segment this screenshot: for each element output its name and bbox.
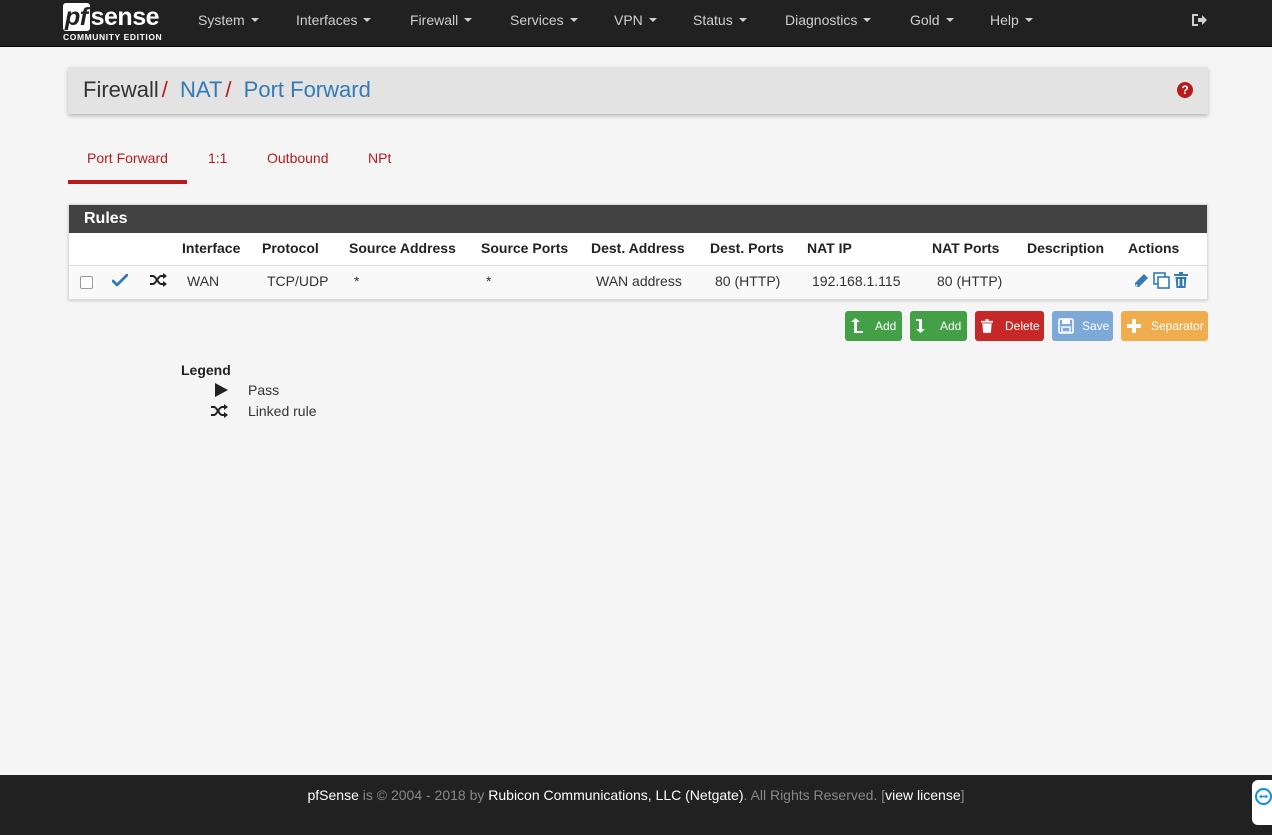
nav-diagnostics[interactable]: Diagnostics xyxy=(785,0,872,40)
level-down-icon xyxy=(916,319,925,333)
breadcrumb-separator: / xyxy=(225,77,232,102)
logo-wordmark: pf sense xyxy=(63,3,160,31)
rules-panel-title: Rules xyxy=(69,205,1207,233)
nav-services[interactable]: Services xyxy=(510,0,578,40)
add-top-button[interactable]: Add xyxy=(845,311,902,341)
level-up-icon xyxy=(851,318,863,333)
cell-dest-address: WAN address xyxy=(596,273,682,289)
pfsense-logo[interactable]: pf sense COMMUNITY EDITION xyxy=(63,3,173,43)
caret-down-icon xyxy=(464,18,473,23)
nav-interfaces[interactable]: Interfaces xyxy=(296,0,372,40)
caret-down-icon xyxy=(569,18,578,23)
caret-down-icon xyxy=(363,18,372,23)
active-tab-indicator xyxy=(68,180,187,184)
legend-label-linked-rule: Linked rule xyxy=(248,403,317,419)
play-icon xyxy=(215,383,228,397)
tab-one-to-one[interactable]: 1:1 xyxy=(208,150,227,170)
caret-down-icon xyxy=(1024,18,1033,23)
cell-source-ports: * xyxy=(486,273,492,289)
cell-interface: WAN xyxy=(187,273,220,289)
caret-down-icon xyxy=(738,18,747,23)
caret-down-icon xyxy=(250,18,259,23)
teamviewer-icon xyxy=(1255,788,1272,805)
breadcrumb-separator: / xyxy=(161,77,168,102)
cell-source-address: * xyxy=(354,273,360,289)
rules-panel: Rules Interface Protocol Source Address … xyxy=(68,204,1208,300)
row-select-checkbox[interactable] xyxy=(80,276,93,289)
caret-down-icon xyxy=(863,18,872,23)
legend-label-pass: Pass xyxy=(248,382,280,398)
sign-out-icon[interactable] xyxy=(1191,12,1207,28)
nav-vpn[interactable]: VPN xyxy=(614,0,657,40)
col-nat-ports: NAT Ports xyxy=(932,240,1000,256)
plus-icon xyxy=(1127,319,1141,333)
delete-button[interactable]: Delete xyxy=(975,311,1044,341)
caret-down-icon xyxy=(648,18,657,23)
col-source-address: Source Address xyxy=(349,240,456,256)
breadcrumb: Firewall / NAT / Port Forward xyxy=(83,77,371,103)
nav-gold[interactable]: Gold xyxy=(910,0,954,40)
col-nat-ip: NAT IP xyxy=(807,240,852,256)
col-actions: Actions xyxy=(1128,240,1180,256)
col-dest-address: Dest. Address xyxy=(591,240,685,256)
save-icon xyxy=(1058,318,1074,334)
footer-copyright: pfSense is © 2004 - 2018 by Rubicon Comm… xyxy=(307,787,965,803)
nav-status[interactable]: Status xyxy=(693,0,747,40)
random-icon xyxy=(150,273,167,287)
tab-npt[interactable]: NPt xyxy=(368,150,391,170)
save-button[interactable]: Save xyxy=(1052,311,1113,341)
col-dest-ports: Dest. Ports xyxy=(710,240,784,256)
breadcrumb-port-forward[interactable]: Port Forward xyxy=(244,77,371,102)
col-source-ports: Source Ports xyxy=(481,240,569,256)
nav-firewall[interactable]: Firewall xyxy=(410,0,473,40)
tab-port-forward[interactable]: Port Forward xyxy=(87,150,168,170)
remote-support-widget[interactable] xyxy=(1252,780,1272,825)
breadcrumb-nat[interactable]: NAT xyxy=(180,77,222,102)
footer-company-link[interactable]: Rubicon Communications, LLC (Netgate) xyxy=(488,787,743,803)
cell-dest-ports: 80 (HTTP) xyxy=(715,273,781,289)
random-icon xyxy=(211,404,228,418)
check-icon[interactable] xyxy=(112,274,128,288)
breadcrumb-firewall: Firewall xyxy=(83,77,159,102)
add-bottom-button[interactable]: Add xyxy=(910,311,967,341)
clone-icon[interactable] xyxy=(1153,272,1171,290)
trash-icon[interactable] xyxy=(1174,272,1188,288)
cell-nat-ip: 192.168.1.115 xyxy=(812,273,901,289)
cell-protocol: TCP/UDP xyxy=(267,273,329,289)
col-description: Description xyxy=(1027,240,1105,256)
cell-nat-ports: 80 (HTTP) xyxy=(937,273,1003,289)
nav-system[interactable]: System xyxy=(198,0,259,40)
tab-outbound[interactable]: Outbound xyxy=(267,150,329,170)
nav-help[interactable]: Help xyxy=(990,0,1033,40)
col-protocol: Protocol xyxy=(262,240,319,256)
pencil-icon[interactable] xyxy=(1133,273,1149,289)
legend-title: Legend xyxy=(181,362,231,378)
question-circle-icon[interactable]: ? xyxy=(1177,82,1193,98)
separator-button[interactable]: Separator xyxy=(1121,311,1208,341)
breadcrumb-panel: Firewall / NAT / Port Forward ? xyxy=(68,67,1208,114)
footer-license-link[interactable]: view license xyxy=(885,787,960,803)
top-navbar: pf sense COMMUNITY EDITION System Interfa… xyxy=(0,0,1272,47)
trash-icon xyxy=(981,319,993,333)
footer-product-link[interactable]: pfSense xyxy=(308,787,359,803)
col-interface: Interface xyxy=(182,240,241,256)
caret-down-icon xyxy=(945,18,954,23)
footer: pfSense is © 2004 - 2018 by Rubicon Comm… xyxy=(0,775,1272,835)
logo-subtitle: COMMUNITY EDITION xyxy=(63,32,163,42)
